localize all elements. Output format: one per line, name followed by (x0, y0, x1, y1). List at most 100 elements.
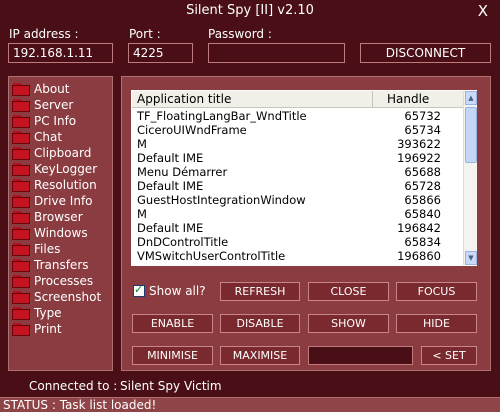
password-label: Password : (208, 27, 272, 41)
handle-cell: 65728 (404, 179, 441, 193)
sidebar-item-label: Files (34, 242, 61, 256)
sidebar-item-label: Windows (34, 226, 88, 240)
maximise-button[interactable]: MAXIMISE (220, 346, 300, 365)
column-header-application-title[interactable]: Application title (132, 91, 373, 108)
minimise-button[interactable]: MINIMISE (132, 346, 213, 365)
show-button[interactable]: SHOW (308, 314, 389, 333)
sidebar-item-chat[interactable]: Chat (12, 129, 110, 145)
folder-icon (12, 259, 30, 272)
sidebar-item-label: About (34, 82, 70, 96)
title-bar: Silent Spy [II] v2.10 X (0, 0, 500, 22)
status-text: STATUS : Task list loaded! (3, 398, 157, 412)
table-row[interactable]: TF_FloatingLangBar_WndTitle 65732 (132, 109, 463, 123)
handle-cell: 196842 (397, 221, 441, 235)
sidebar-item-about[interactable]: About (12, 81, 110, 97)
table-row[interactable]: Default IME 65728 (132, 179, 463, 193)
application-title-cell: Default IME (137, 151, 204, 165)
sidebar-item-type[interactable]: Type (12, 305, 110, 321)
table-row[interactable]: M 65840 (132, 207, 463, 221)
sidebar-item-label: Browser (34, 210, 83, 224)
table-row[interactable]: GuestHostIntegrationWindow 65866 (132, 193, 463, 207)
scroll-thumb[interactable] (465, 107, 477, 163)
set-button[interactable]: < SET (421, 346, 477, 365)
disable-button[interactable]: DISABLE (220, 314, 300, 333)
sidebar-item-screenshot[interactable]: Screenshot (12, 289, 110, 305)
application-title-cell: TF_FloatingLangBar_WndTitle (137, 109, 307, 123)
refresh-button[interactable]: REFRESH (220, 282, 300, 301)
application-title-cell: Menu Démarrer (137, 165, 228, 179)
table-row[interactable] (132, 263, 463, 266)
table-row[interactable]: DnDControlTitle 65834 (132, 235, 463, 249)
disconnect-button[interactable]: DISCONNECT (360, 43, 491, 63)
vertical-scrollbar[interactable]: ▲ ▼ (463, 91, 477, 265)
application-title-cell: M (137, 137, 147, 151)
sidebar-item-resolution[interactable]: Resolution (12, 177, 110, 193)
folder-icon (12, 243, 30, 256)
handle-cell: 65734 (404, 123, 441, 137)
table-row[interactable]: CiceroUIWndFrame 65734 (132, 123, 463, 137)
folder-icon (12, 307, 30, 320)
sidebar-item-processes[interactable]: Processes (12, 273, 110, 289)
show-all-label: Show all? (149, 284, 206, 298)
hide-button[interactable]: HIDE (396, 314, 477, 333)
sidebar-item-files[interactable]: Files (12, 241, 110, 257)
status-bar: STATUS : Task list loaded! (0, 397, 500, 412)
sidebar-item-label: Drive Info (34, 194, 93, 208)
application-title-cell: DnDControlTitle (137, 235, 229, 249)
enable-button[interactable]: ENABLE (132, 314, 213, 333)
sidebar-item-label: Processes (34, 274, 94, 288)
port-label: Port : (129, 27, 161, 41)
sidebar-item-label: Server (34, 98, 74, 112)
folder-icon (12, 195, 30, 208)
application-title-cell: M (137, 207, 147, 221)
scroll-down-icon[interactable]: ▼ (465, 251, 477, 265)
focus-button[interactable]: FOCUS (396, 282, 477, 301)
handle-cell: 393622 (397, 137, 441, 151)
application-title-cell: VMSwitchUserControlTitle (137, 249, 286, 263)
table-row[interactable]: M 393622 (132, 137, 463, 151)
application-title-cell: GuestHostIntegrationWindow (137, 193, 306, 207)
window-title: Silent Spy [II] v2.10 (186, 3, 314, 18)
table-row[interactable]: VMSwitchUserControlTitle 196860 (132, 249, 463, 263)
folder-icon (12, 147, 30, 160)
sidebar-item-windows[interactable]: Windows (12, 225, 110, 241)
task-list-header: Application title Handle (132, 91, 463, 108)
sidebar-item-drive-info[interactable]: Drive Info (12, 193, 110, 209)
sidebar-item-clipboard[interactable]: Clipboard (12, 145, 110, 161)
sidebar-item-label: KeyLogger (34, 162, 98, 176)
handle-cell: 65840 (404, 207, 441, 221)
password-input[interactable] (208, 43, 345, 63)
handle-cell: 65732 (404, 109, 441, 123)
handle-cell: 196860 (397, 249, 441, 263)
folder-icon (12, 323, 30, 336)
table-row[interactable]: Menu Démarrer 65688 (132, 165, 463, 179)
folder-icon (12, 211, 30, 224)
sidebar-item-label: Clipboard (34, 146, 92, 160)
sidebar-item-label: Resolution (34, 178, 97, 192)
column-header-handle[interactable]: Handle (373, 91, 463, 108)
sidebar-item-label: Screenshot (34, 290, 102, 304)
scroll-up-icon[interactable]: ▲ (465, 91, 477, 105)
handle-cell: 65866 (404, 193, 441, 207)
application-title-cell: Default IME (137, 179, 204, 193)
show-all-checkbox[interactable]: ✓ (133, 283, 145, 297)
port-input[interactable] (128, 43, 193, 63)
sidebar-item-print[interactable]: Print (12, 321, 110, 337)
table-row[interactable]: Default IME 196842 (132, 221, 463, 235)
ip-address-input[interactable] (8, 43, 113, 63)
sidebar: About Server PC Info Chat Clipboard KeyLogger… (8, 76, 113, 371)
sidebar-item-keylogger[interactable]: KeyLogger (12, 161, 110, 177)
close-icon[interactable]: X (478, 2, 488, 20)
sidebar-item-browser[interactable]: Browser (12, 209, 110, 225)
close-button[interactable]: CLOSE (308, 282, 389, 301)
folder-icon (12, 227, 30, 240)
sidebar-item-pc-info[interactable]: PC Info (12, 113, 110, 129)
folder-icon (12, 99, 30, 112)
sidebar-item-server[interactable]: Server (12, 97, 110, 113)
folder-icon (12, 291, 30, 304)
table-row[interactable]: Default IME 196922 (132, 151, 463, 165)
set-value-input[interactable] (308, 346, 413, 365)
sidebar-item-transfers[interactable]: Transfers (12, 257, 110, 273)
task-list[interactable]: Application title Handle TF_FloatingLang… (131, 90, 477, 266)
folder-icon (12, 83, 30, 96)
